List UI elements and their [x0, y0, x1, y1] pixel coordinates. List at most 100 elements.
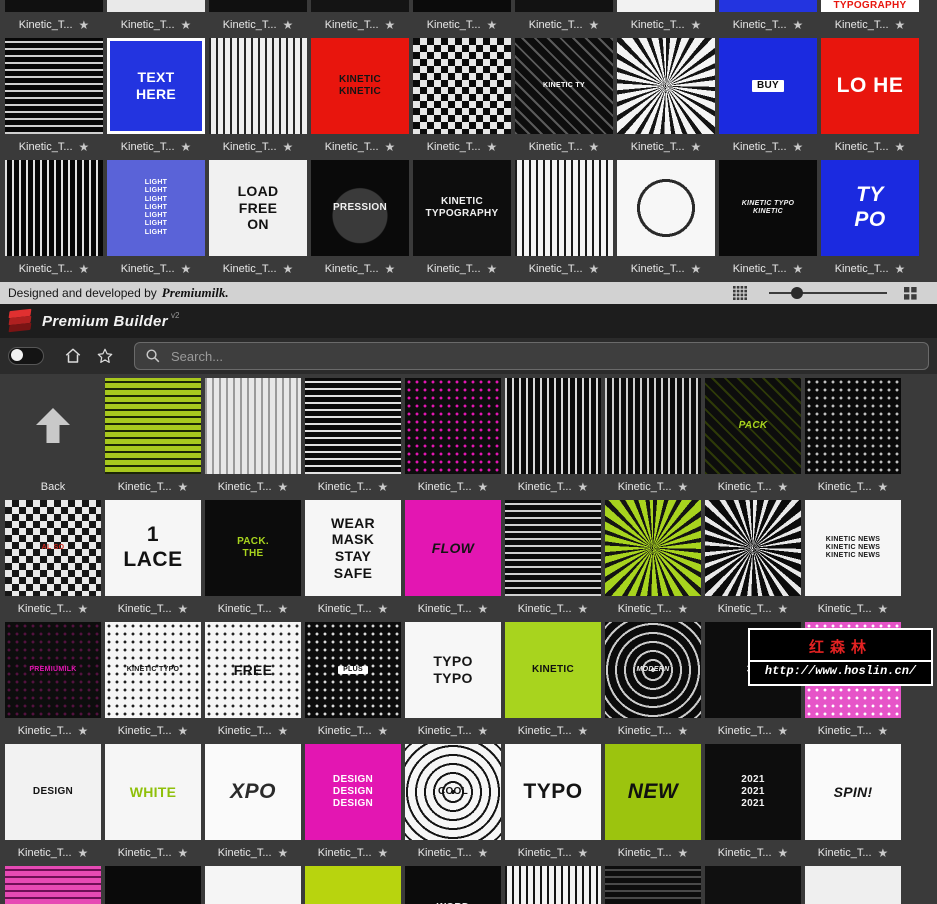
template-thumbnail[interactable]: WEAR MASK STAY SAFE [305, 500, 401, 596]
favorite-star-icon[interactable]: ★ [78, 603, 89, 615]
template-thumbnail[interactable] [705, 500, 801, 596]
favorite-star-icon[interactable]: ★ [778, 603, 789, 615]
favorite-star-icon[interactable]: ★ [79, 141, 90, 153]
template-thumbnail[interactable]: FREE [205, 622, 301, 718]
template-thumbnail[interactable]: KINETIC TYPOGRAPHY [413, 160, 511, 256]
small-grid-icon[interactable] [727, 280, 753, 306]
template-thumbnail[interactable]: SPIN! [805, 744, 901, 840]
favorite-star-icon[interactable]: ★ [278, 481, 289, 493]
favorite-star-icon[interactable]: ★ [79, 263, 90, 275]
template-thumbnail[interactable] [605, 500, 701, 596]
template-thumbnail[interactable]: AL SO [5, 500, 101, 596]
favorite-star-icon[interactable]: ★ [487, 141, 498, 153]
favorite-star-icon[interactable]: ★ [589, 263, 600, 275]
favorite-star-icon[interactable]: ★ [793, 263, 804, 275]
favorite-star-icon[interactable]: ★ [283, 141, 294, 153]
favorite-star-icon[interactable]: ★ [691, 19, 702, 31]
template-thumbnail[interactable]: KINETIC TERPOS [805, 866, 901, 904]
favorite-star-icon[interactable]: ★ [478, 481, 489, 493]
template-thumbnail[interactable] [805, 378, 901, 474]
template-thumbnail[interactable]: FLOW [405, 500, 501, 596]
favorite-star-icon[interactable]: ★ [895, 141, 906, 153]
template-thumbnail[interactable]: MODERN [605, 622, 701, 718]
favorite-star-icon[interactable]: ★ [691, 141, 702, 153]
favorite-star-icon[interactable]: ★ [895, 263, 906, 275]
favorites-star-icon[interactable] [92, 343, 118, 369]
favorite-star-icon[interactable]: ★ [778, 725, 789, 737]
template-thumbnail[interactable]: KINETIC TYPO [305, 866, 401, 904]
template-thumbnail[interactable] [105, 378, 201, 474]
favorite-star-icon[interactable]: ★ [678, 603, 689, 615]
template-thumbnail[interactable]: WORD WORD [405, 866, 501, 904]
large-grid-icon[interactable] [897, 280, 923, 306]
template-thumbnail[interactable] [209, 38, 307, 134]
template-thumbnail[interactable] [413, 0, 511, 12]
template-thumbnail[interactable] [205, 378, 301, 474]
favorite-star-icon[interactable]: ★ [78, 725, 89, 737]
favorite-star-icon[interactable]: ★ [878, 481, 889, 493]
template-thumbnail[interactable] [5, 38, 103, 134]
template-thumbnail[interactable] [617, 160, 715, 256]
template-thumbnail[interactable]: NEW [605, 744, 701, 840]
template-thumbnail[interactable]: KINETIC NEWS KINETIC NEWS KINETIC NEWS [805, 500, 901, 596]
favorite-star-icon[interactable]: ★ [895, 19, 906, 31]
favorite-star-icon[interactable]: ★ [778, 847, 789, 859]
template-thumbnail[interactable]: PACK [705, 378, 801, 474]
favorite-star-icon[interactable]: ★ [378, 725, 389, 737]
template-thumbnail[interactable]: GO WORK GO WORK [705, 866, 801, 904]
favorite-star-icon[interactable]: ★ [487, 263, 498, 275]
template-thumbnail[interactable] [617, 0, 715, 12]
favorite-star-icon[interactable]: ★ [878, 603, 889, 615]
favorite-star-icon[interactable]: ★ [178, 725, 189, 737]
favorite-star-icon[interactable]: ★ [178, 603, 189, 615]
favorite-star-icon[interactable]: ★ [79, 19, 90, 31]
template-thumbnail[interactable]: DESIGN [5, 744, 101, 840]
template-thumbnail[interactable]: TEXT HERE [107, 38, 205, 134]
favorite-star-icon[interactable]: ★ [478, 725, 489, 737]
template-thumbnail[interactable] [5, 160, 103, 256]
favorite-star-icon[interactable]: ★ [178, 847, 189, 859]
back-button[interactable] [5, 378, 101, 474]
template-thumbnail[interactable] [405, 378, 501, 474]
template-thumbnail[interactable]: KINETIC [505, 622, 601, 718]
favorite-star-icon[interactable]: ★ [793, 141, 804, 153]
template-thumbnail[interactable]: KINETIC KINETIC [311, 38, 409, 134]
favorite-star-icon[interactable]: ★ [278, 603, 289, 615]
template-thumbnail[interactable]: KINETIC TYPO KINETIC [719, 160, 817, 256]
favorite-star-icon[interactable]: ★ [378, 481, 389, 493]
template-thumbnail[interactable]: TYPO TYPO [405, 622, 501, 718]
template-thumbnail[interactable]: TYPOGRAPHY [821, 0, 919, 12]
search-input[interactable] [169, 347, 918, 365]
favorite-star-icon[interactable]: ★ [78, 847, 89, 859]
favorite-star-icon[interactable]: ★ [181, 141, 192, 153]
template-thumbnail[interactable]: WHITE [105, 744, 201, 840]
favorite-star-icon[interactable]: ★ [778, 481, 789, 493]
favorite-star-icon[interactable]: ★ [878, 847, 889, 859]
favorite-star-icon[interactable]: ★ [385, 19, 396, 31]
favorite-star-icon[interactable]: ★ [181, 263, 192, 275]
template-thumbnail[interactable] [515, 0, 613, 12]
template-thumbnail[interactable] [305, 378, 401, 474]
template-thumbnail[interactable]: LO HE [821, 38, 919, 134]
template-thumbnail[interactable]: PRESSION [311, 160, 409, 256]
template-thumbnail[interactable] [107, 0, 205, 12]
favorite-star-icon[interactable]: ★ [578, 481, 589, 493]
template-thumbnail[interactable] [605, 866, 701, 904]
template-thumbnail[interactable] [311, 0, 409, 12]
template-thumbnail[interactable] [413, 38, 511, 134]
template-thumbnail[interactable]: KINETIC TYPO [105, 866, 201, 904]
template-thumbnail[interactable] [505, 378, 601, 474]
favorite-star-icon[interactable]: ★ [278, 847, 289, 859]
template-thumbnail[interactable]: COOL [405, 744, 501, 840]
template-thumbnail[interactable]: TYPO [505, 744, 601, 840]
favorite-star-icon[interactable]: ★ [878, 725, 889, 737]
template-thumbnail[interactable] [209, 0, 307, 12]
slider-knob[interactable] [791, 287, 803, 299]
thumbnail-size-slider[interactable] [769, 286, 887, 300]
template-thumbnail[interactable]: DESIGN DESIGN DESIGN [305, 744, 401, 840]
template-thumbnail[interactable] [719, 0, 817, 12]
favorite-star-icon[interactable]: ★ [378, 603, 389, 615]
template-thumbnail[interactable] [605, 378, 701, 474]
template-thumbnail[interactable]: 2021 2021 2021 [705, 744, 801, 840]
template-thumbnail[interactable]: BUY [719, 38, 817, 134]
